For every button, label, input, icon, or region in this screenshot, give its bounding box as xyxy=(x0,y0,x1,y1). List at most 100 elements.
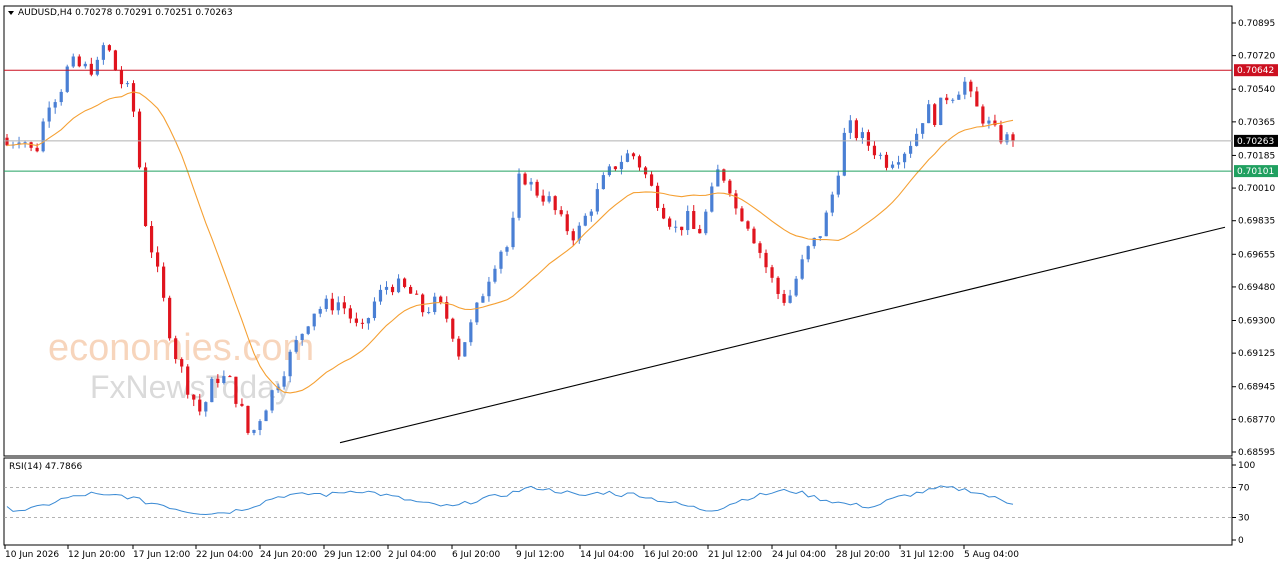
candle-body xyxy=(860,132,865,139)
candle-body xyxy=(674,226,678,228)
price-chart[interactable]: economies.com FxNewsToday 0.708950.70720… xyxy=(0,0,1280,567)
candle-body xyxy=(830,194,834,213)
candle-body xyxy=(47,107,51,122)
candle-body xyxy=(692,211,696,229)
candle-body xyxy=(770,267,774,278)
candle-body xyxy=(264,410,268,422)
y-tick-label: 0.70185 xyxy=(1238,151,1275,161)
candle xyxy=(113,49,118,71)
candle-body xyxy=(396,278,401,293)
candle-body xyxy=(180,359,184,367)
candle xyxy=(740,206,744,222)
y-tick-label: 0.70720 xyxy=(1238,52,1275,62)
candle-body xyxy=(1011,134,1015,141)
candle-body xyxy=(740,208,744,222)
candle-body xyxy=(415,293,419,295)
candle xyxy=(830,191,834,217)
current-price-tag-label: 0.70263 xyxy=(1237,137,1274,147)
candle-body xyxy=(619,161,624,170)
candle-body xyxy=(854,120,858,139)
candle-body xyxy=(915,133,919,146)
y-tick-label: 0.70540 xyxy=(1238,85,1275,95)
x-tick-label: 31 Jul 12:00 xyxy=(900,550,954,560)
y-tick-label: 0.70010 xyxy=(1238,184,1275,194)
rsi-y-tick-label: 70 xyxy=(1238,484,1250,494)
candle-body xyxy=(505,247,509,252)
candle-body xyxy=(493,268,497,282)
candle-body xyxy=(541,195,545,202)
candle xyxy=(143,162,148,227)
candle-body xyxy=(445,302,449,319)
x-tick-label: 16 Jul 20:00 xyxy=(644,550,698,560)
candle-body xyxy=(625,153,630,162)
candle-body xyxy=(999,125,1003,143)
x-tick-label: 9 Jul 12:00 xyxy=(516,550,565,560)
candle-body xyxy=(565,214,569,232)
candle-body xyxy=(746,221,750,229)
candle xyxy=(41,118,45,153)
y-tick-label: 0.70895 xyxy=(1238,19,1275,29)
candle-body xyxy=(511,217,515,248)
candle-body xyxy=(487,281,491,297)
candle xyxy=(535,179,539,198)
candle-body xyxy=(5,137,9,146)
candle xyxy=(469,319,473,346)
candle xyxy=(131,80,136,118)
candle-body xyxy=(35,147,39,152)
candle-body xyxy=(366,318,371,324)
candle-body xyxy=(336,302,340,311)
candle-body xyxy=(655,185,660,208)
rsi-title: RSI(14) 47.7866 xyxy=(9,462,82,472)
candle-body xyxy=(246,405,250,433)
candle xyxy=(752,226,756,244)
y-tick-label: 0.69125 xyxy=(1238,349,1275,359)
candle-body xyxy=(168,297,172,339)
candle-body xyxy=(589,211,593,216)
candle-body xyxy=(499,251,503,269)
candle xyxy=(939,97,943,126)
candle-body xyxy=(113,50,118,71)
candle-body xyxy=(402,278,407,287)
candle xyxy=(402,277,407,289)
candle xyxy=(451,317,455,342)
candle xyxy=(65,64,69,94)
candle-body xyxy=(583,215,587,226)
candle-body xyxy=(902,153,907,163)
candle xyxy=(210,377,214,403)
candle xyxy=(246,405,250,435)
candle-body xyxy=(300,333,304,341)
candle-body xyxy=(463,342,467,357)
candle-body xyxy=(149,226,154,253)
candle-body xyxy=(939,97,943,126)
candle-body xyxy=(360,322,365,324)
candle-body xyxy=(878,154,883,156)
candle-body xyxy=(222,376,226,383)
candle-body xyxy=(306,326,310,334)
candle xyxy=(475,301,479,325)
candle-body xyxy=(963,81,967,95)
candle-body xyxy=(758,243,762,253)
candle-body xyxy=(927,104,931,124)
candle-body xyxy=(312,313,316,327)
candle-body xyxy=(433,296,437,313)
candle-body xyxy=(908,145,913,154)
candle-body xyxy=(595,189,599,212)
y-tick-label: 0.68945 xyxy=(1238,383,1275,393)
candle-body xyxy=(439,296,443,303)
candle-body xyxy=(698,228,702,234)
candle-body xyxy=(969,81,973,92)
candle-body xyxy=(836,175,840,195)
candle-body xyxy=(649,174,654,186)
y-tick-label: 0.69480 xyxy=(1238,283,1275,293)
candle-body xyxy=(571,231,575,241)
candle-body xyxy=(216,378,220,383)
x-tick-label: 14 Jul 04:00 xyxy=(580,550,634,560)
candle-body xyxy=(987,120,991,124)
candle-body xyxy=(186,366,190,395)
candle-body xyxy=(198,399,202,412)
candle-body xyxy=(662,207,666,219)
candle xyxy=(854,118,858,141)
candle-body xyxy=(457,338,461,357)
support-price-tag-label: 0.70101 xyxy=(1237,167,1274,177)
candle-body xyxy=(517,173,521,218)
